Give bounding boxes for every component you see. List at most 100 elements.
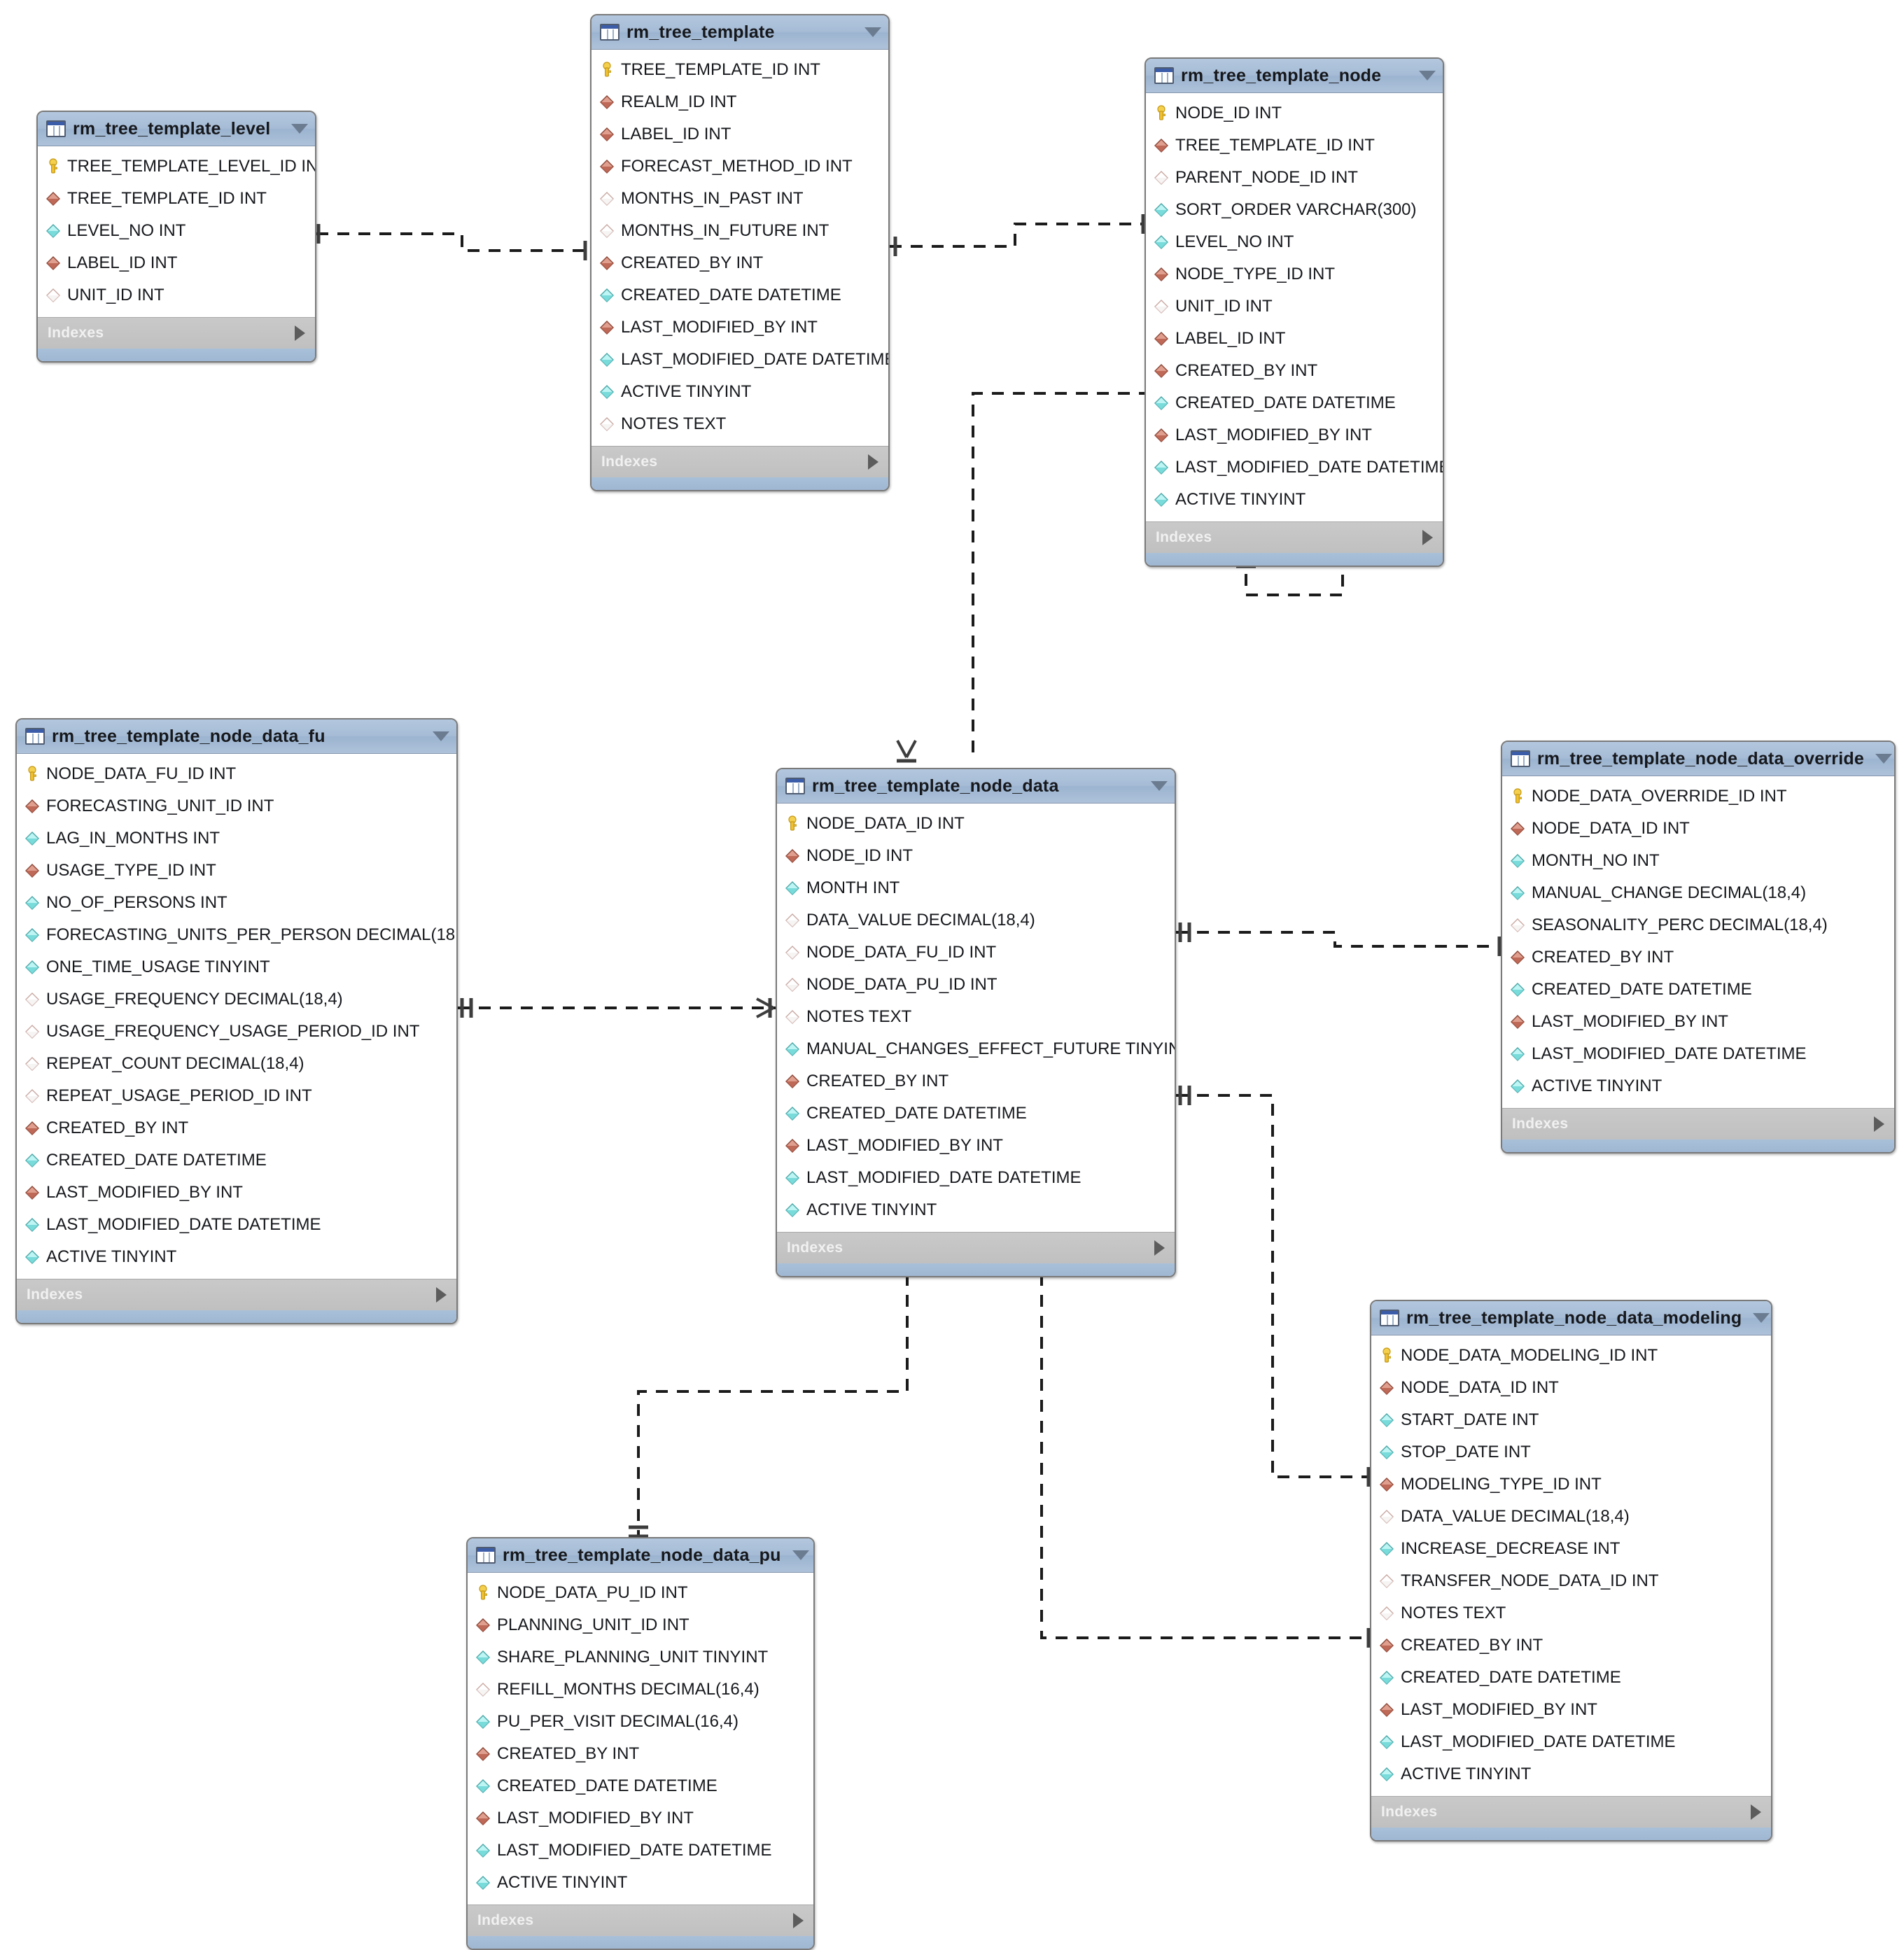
table-column-row[interactable]: UNIT_ID INT [1146, 290, 1443, 323]
table-column-row[interactable]: NODE_DATA_ID INT [1371, 1372, 1771, 1404]
expand-right-icon[interactable] [1751, 1804, 1761, 1820]
table-card-rm_tree_template_node[interactable]: rm_tree_template_node NODE_ID INT TREE_TEM… [1144, 57, 1444, 567]
table-column-row[interactable]: LAST_MODIFIED_BY INT [1146, 419, 1443, 451]
table-column-row[interactable]: ACTIVE TINYINT [1146, 484, 1443, 516]
table-column-row[interactable]: CREATED_DATE DATETIME [777, 1097, 1175, 1130]
table-column-row[interactable]: LAST_MODIFIED_BY INT [777, 1130, 1175, 1162]
table-column-row[interactable]: MODELING_TYPE_ID INT [1371, 1468, 1771, 1501]
table-column-row[interactable]: REFILL_MONTHS DECIMAL(16,4) [468, 1674, 813, 1706]
table-column-row[interactable]: ACTIVE TINYINT [1502, 1070, 1894, 1102]
indexes-section-rm_tree_template_node_data_modeling[interactable]: Indexes [1371, 1796, 1771, 1828]
indexes-section-rm_tree_template_node_data[interactable]: Indexes [777, 1232, 1175, 1263]
table-column-row[interactable]: LAST_MODIFIED_BY INT [592, 311, 888, 344]
table-column-row[interactable]: LAST_MODIFIED_DATE DATETIME [592, 344, 888, 376]
table-header-rm_tree_template_node_data_pu[interactable]: rm_tree_template_node_data_pu [468, 1538, 813, 1573]
table-column-row[interactable]: REPEAT_USAGE_PERIOD_ID INT [17, 1080, 456, 1112]
table-column-row[interactable]: CREATED_DATE DATETIME [1371, 1662, 1771, 1694]
table-column-row[interactable]: LAST_MODIFIED_DATE DATETIME [777, 1162, 1175, 1194]
table-column-row[interactable]: SHARE_PLANNING_UNIT TINYINT [468, 1641, 813, 1674]
table-column-row[interactable]: TREE_TEMPLATE_ID INT [592, 54, 888, 86]
chevron-down-icon[interactable] [792, 1550, 809, 1560]
table-column-row[interactable]: NOTES TEXT [777, 1001, 1175, 1033]
indexes-section-rm_tree_template_level[interactable]: Indexes [38, 317, 315, 349]
table-column-row[interactable]: LAST_MODIFIED_BY INT [17, 1177, 456, 1209]
table-column-row[interactable]: NO_OF_PERSONS INT [17, 887, 456, 919]
table-column-row[interactable]: CREATED_DATE DATETIME [1502, 974, 1894, 1006]
table-column-row[interactable]: CREATED_BY INT [17, 1112, 456, 1144]
table-column-row[interactable]: FORECASTING_UNIT_ID INT [17, 790, 456, 822]
table-column-row[interactable]: CREATED_DATE DATETIME [468, 1770, 813, 1802]
table-column-row[interactable]: LABEL_ID INT [592, 118, 888, 150]
table-column-row[interactable]: LABEL_ID INT [1146, 323, 1443, 355]
table-header-rm_tree_template_node_data[interactable]: rm_tree_template_node_data [777, 769, 1175, 804]
table-column-row[interactable]: DATA_VALUE DECIMAL(18,4) [777, 904, 1175, 937]
table-column-row[interactable]: REPEAT_COUNT DECIMAL(18,4) [17, 1048, 456, 1080]
table-column-row[interactable]: SORT_ORDER VARCHAR(300) [1146, 194, 1443, 226]
table-column-row[interactable]: MANUAL_CHANGES_EFFECT_FUTURE TINYINT [777, 1033, 1175, 1065]
table-column-row[interactable]: CREATED_DATE DATETIME [17, 1144, 456, 1177]
table-column-row[interactable]: TREE_TEMPLATE_LEVEL_ID INT [38, 150, 315, 183]
chevron-down-icon[interactable] [433, 731, 449, 741]
expand-right-icon[interactable] [793, 1913, 804, 1928]
table-column-row[interactable]: PU_PER_VISIT DECIMAL(16,4) [468, 1706, 813, 1738]
expand-right-icon[interactable] [1874, 1116, 1884, 1132]
table-column-row[interactable]: TRANSFER_NODE_DATA_ID INT [1371, 1565, 1771, 1597]
table-column-row[interactable]: CREATED_DATE DATETIME [1146, 387, 1443, 419]
table-column-row[interactable]: NODE_DATA_ID INT [777, 808, 1175, 840]
table-column-row[interactable]: TREE_TEMPLATE_ID INT [38, 183, 315, 215]
table-column-row[interactable]: SEASONALITY_PERC DECIMAL(18,4) [1502, 909, 1894, 941]
chevron-down-icon[interactable] [1151, 781, 1168, 791]
expand-right-icon[interactable] [1154, 1240, 1165, 1256]
table-column-row[interactable]: ACTIVE TINYINT [468, 1867, 813, 1899]
table-column-row[interactable]: NODE_DATA_PU_ID INT [468, 1577, 813, 1609]
table-column-row[interactable]: NODE_DATA_OVERRIDE_ID INT [1502, 780, 1894, 813]
expand-right-icon[interactable] [1422, 530, 1433, 545]
table-column-row[interactable]: ACTIVE TINYINT [777, 1194, 1175, 1226]
table-column-row[interactable]: NODE_DATA_ID INT [1502, 813, 1894, 845]
table-card-rm_tree_template_node_data_pu[interactable]: rm_tree_template_node_data_pu NODE_DATA_P… [466, 1537, 815, 1950]
table-column-row[interactable]: MONTH_NO INT [1502, 845, 1894, 877]
table-column-row[interactable]: NODE_DATA_MODELING_ID INT [1371, 1340, 1771, 1372]
table-column-row[interactable]: NOTES TEXT [592, 408, 888, 440]
table-header-rm_tree_template_node_data_modeling[interactable]: rm_tree_template_node_data_modeling [1371, 1301, 1771, 1335]
table-column-row[interactable]: PLANNING_UNIT_ID INT [468, 1609, 813, 1641]
table-column-row[interactable]: MONTHS_IN_PAST INT [592, 183, 888, 215]
table-column-row[interactable]: NOTES TEXT [1371, 1597, 1771, 1629]
table-column-row[interactable]: START_DATE INT [1371, 1404, 1771, 1436]
table-column-row[interactable]: LAST_MODIFIED_DATE DATETIME [468, 1835, 813, 1867]
table-column-row[interactable]: PARENT_NODE_ID INT [1146, 162, 1443, 194]
table-column-row[interactable]: CREATED_BY INT [1502, 941, 1894, 974]
table-column-row[interactable]: REALM_ID INT [592, 86, 888, 118]
table-column-row[interactable]: STOP_DATE INT [1371, 1436, 1771, 1468]
table-column-row[interactable]: NODE_DATA_FU_ID INT [17, 758, 456, 790]
table-column-row[interactable]: TREE_TEMPLATE_ID INT [1146, 129, 1443, 162]
table-column-row[interactable]: USAGE_TYPE_ID INT [17, 855, 456, 887]
chevron-down-icon[interactable] [864, 27, 881, 37]
table-column-row[interactable]: LAST_MODIFIED_BY INT [1502, 1006, 1894, 1038]
chevron-down-icon[interactable] [291, 124, 308, 134]
table-column-row[interactable]: DATA_VALUE DECIMAL(18,4) [1371, 1501, 1771, 1533]
indexes-section-rm_tree_template_node_data_override[interactable]: Indexes [1502, 1108, 1894, 1139]
table-column-row[interactable]: MANUAL_CHANGE DECIMAL(18,4) [1502, 877, 1894, 909]
table-column-row[interactable]: USAGE_FREQUENCY_USAGE_PERIOD_ID INT [17, 1016, 456, 1048]
table-column-row[interactable]: NODE_DATA_FU_ID INT [777, 937, 1175, 969]
table-column-row[interactable]: MONTH INT [777, 872, 1175, 904]
table-column-row[interactable]: ONE_TIME_USAGE TINYINT [17, 951, 456, 983]
table-card-rm_tree_template_level[interactable]: rm_tree_template_level TREE_TEMPLATE_LEVE… [36, 111, 316, 363]
expand-right-icon[interactable] [868, 454, 878, 470]
table-column-row[interactable]: CREATED_BY INT [592, 247, 888, 279]
table-column-row[interactable]: FORECASTING_UNITS_PER_PERSON DECIMAL(18,… [17, 919, 456, 951]
table-column-row[interactable]: LABEL_ID INT [38, 247, 315, 279]
chevron-down-icon[interactable] [1875, 754, 1892, 764]
table-column-row[interactable]: LAST_MODIFIED_DATE DATETIME [17, 1209, 456, 1241]
table-column-row[interactable]: USAGE_FREQUENCY DECIMAL(18,4) [17, 983, 456, 1016]
table-column-row[interactable]: CREATED_BY INT [468, 1738, 813, 1770]
table-column-row[interactable]: ACTIVE TINYINT [592, 376, 888, 408]
table-column-row[interactable]: CREATED_BY INT [777, 1065, 1175, 1097]
table-column-row[interactable]: LAST_MODIFIED_DATE DATETIME [1371, 1726, 1771, 1758]
indexes-section-rm_tree_template_node_data_fu[interactable]: Indexes [17, 1279, 456, 1310]
table-header-rm_tree_template_node[interactable]: rm_tree_template_node [1146, 59, 1443, 93]
table-column-row[interactable]: NODE_ID INT [777, 840, 1175, 872]
table-column-row[interactable]: INCREASE_DECREASE INT [1371, 1533, 1771, 1565]
table-column-row[interactable]: LEVEL_NO INT [1146, 226, 1443, 258]
